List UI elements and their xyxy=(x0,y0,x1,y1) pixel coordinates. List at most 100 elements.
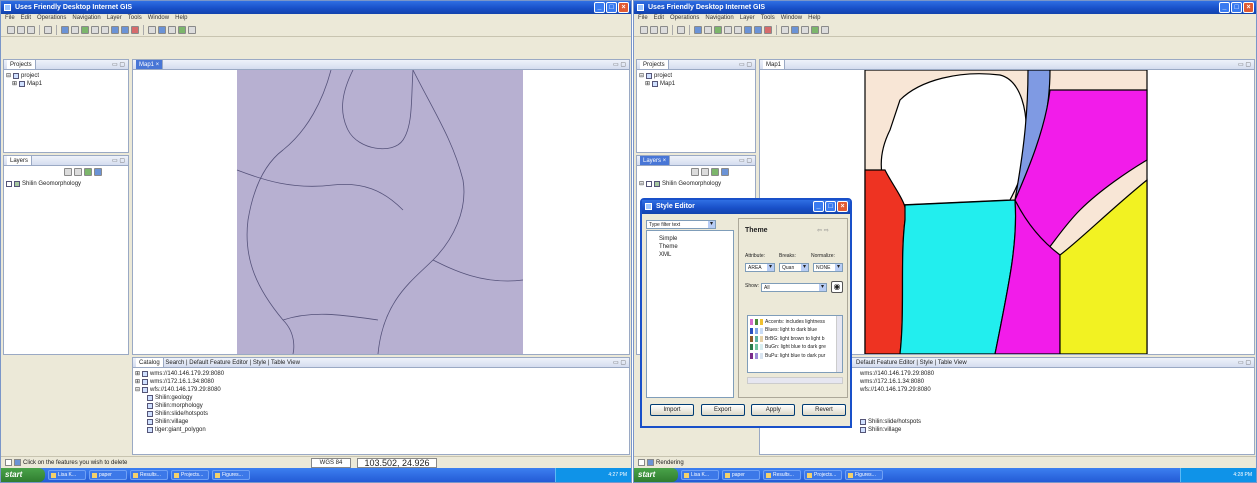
save-icon[interactable] xyxy=(27,25,35,34)
map-canvas-left[interactable] xyxy=(133,70,629,354)
tab-map1[interactable]: Map1 xyxy=(763,60,786,69)
breaks-select[interactable]: Quan xyxy=(779,263,809,272)
tab-projects[interactable]: Projects xyxy=(640,60,669,69)
view-controls-icon[interactable]: ▭ ▢ xyxy=(1238,60,1251,69)
taskbar-item[interactable]: Figures... xyxy=(845,470,883,480)
tab-search[interactable]: Search xyxy=(165,360,184,366)
add-layer-icon[interactable] xyxy=(158,25,166,34)
expand-icon[interactable]: ⊞ xyxy=(12,80,17,88)
draw-icon[interactable] xyxy=(811,25,819,34)
taskbar-item[interactable]: Projects... xyxy=(171,470,209,480)
back-icon[interactable] xyxy=(111,25,119,34)
tree-item-project[interactable]: ⊟ project xyxy=(6,72,42,80)
catalog-item[interactable]: wfs://140.146.179.29:8080 xyxy=(860,386,934,394)
forward-icon[interactable] xyxy=(121,25,129,34)
maximize-button[interactable]: □ xyxy=(825,201,836,212)
catalog-item[interactable]: ⊟ wfs://140.146.179.29:8080 xyxy=(135,386,224,394)
tab-style[interactable]: Style xyxy=(253,360,266,366)
palette-item[interactable]: BrBG: light brown to light b xyxy=(748,335,842,343)
add-layer-icon[interactable] xyxy=(791,25,799,34)
layer-remove-icon[interactable] xyxy=(721,168,729,176)
catalog-item[interactable]: Shilin:slide/hotspots xyxy=(135,410,224,418)
edit-icon[interactable] xyxy=(168,25,176,34)
view-controls-icon[interactable]: ▭ ▢ xyxy=(1238,358,1251,367)
layer-item[interactable]: ⊟ Shilin Geomorphology xyxy=(639,180,721,188)
menu-window[interactable]: Window xyxy=(781,14,802,23)
taskbar-item[interactable]: Lisa K... xyxy=(48,470,86,480)
layer-style-icon[interactable] xyxy=(84,168,92,176)
forward-icon[interactable] xyxy=(754,25,762,34)
edit-icon[interactable] xyxy=(801,25,809,34)
menu-file[interactable]: File xyxy=(638,14,648,23)
apply-button[interactable]: Apply xyxy=(751,404,796,416)
menu-tools[interactable]: Tools xyxy=(761,14,775,23)
stop-icon[interactable] xyxy=(131,25,139,34)
menu-help[interactable]: Help xyxy=(175,14,187,23)
menu-edit[interactable]: Edit xyxy=(654,14,664,23)
type-filter-input[interactable]: Type filter text xyxy=(646,220,716,229)
maximize-button[interactable]: □ xyxy=(1231,2,1242,13)
view-controls-icon[interactable]: ▭ ▢ xyxy=(739,60,752,69)
tree-item-map[interactable]: ⊞ Map1 xyxy=(639,80,675,88)
taskbar-item[interactable]: Results... xyxy=(763,470,801,480)
expand-icon[interactable]: ⊟ xyxy=(6,72,11,80)
close-button[interactable]: × xyxy=(618,2,629,13)
print-icon[interactable] xyxy=(44,25,52,34)
catalog-item[interactable]: Shilin:village xyxy=(135,418,224,426)
taskbar-item[interactable]: paper xyxy=(722,470,760,480)
catalog-item[interactable]: wms://172.16.1.34:8080 xyxy=(860,378,934,386)
layer-up-icon[interactable] xyxy=(64,168,72,176)
crs-box[interactable]: WGS 84 xyxy=(311,458,351,468)
info-icon[interactable] xyxy=(61,25,69,34)
expand-icon[interactable]: ⊞ xyxy=(645,80,650,88)
stop-icon[interactable] xyxy=(764,25,772,34)
catalog-item[interactable]: Shilin:village xyxy=(860,426,934,434)
normalize-select[interactable]: NONE xyxy=(813,263,843,272)
catalog-item[interactable]: Shilin:slide/hotspots xyxy=(860,418,934,426)
open-icon[interactable] xyxy=(650,25,658,34)
taskbar-item[interactable]: Projects... xyxy=(804,470,842,480)
tree-item-map[interactable]: ⊞ Map1 xyxy=(6,80,42,88)
start-button[interactable]: start xyxy=(634,468,678,482)
menu-tools[interactable]: Tools xyxy=(128,14,142,23)
view-controls-icon[interactable]: ▭ ▢ xyxy=(613,358,626,367)
open-icon[interactable] xyxy=(17,25,25,34)
print-icon[interactable] xyxy=(677,25,685,34)
palette-item[interactable]: Blues: light to dark blue xyxy=(748,326,842,334)
style-type-theme[interactable]: Theme xyxy=(659,243,733,251)
layer-up-icon[interactable] xyxy=(691,168,699,176)
tab-style[interactable]: Style xyxy=(920,360,933,366)
taskbar-item[interactable]: Lisa K... xyxy=(681,470,719,480)
menu-file[interactable]: File xyxy=(5,14,15,23)
tab-default-feature-editor[interactable]: Default Feature Editor xyxy=(856,360,915,366)
menu-layer[interactable]: Layer xyxy=(740,14,755,23)
catalog-item[interactable]: Shilin:morphology xyxy=(135,402,224,410)
zoom-extent-icon[interactable] xyxy=(704,25,712,34)
menu-layer[interactable]: Layer xyxy=(107,14,122,23)
layer-checkbox[interactable] xyxy=(6,181,12,187)
expand-icon[interactable]: ⊞ xyxy=(135,370,140,378)
zoom-in-icon[interactable] xyxy=(91,25,99,34)
maximize-button[interactable]: □ xyxy=(606,2,617,13)
show-select[interactable]: All xyxy=(761,283,827,292)
tab-layers[interactable]: Layers xyxy=(7,156,33,165)
select-icon[interactable] xyxy=(781,25,789,34)
zoom-in-icon[interactable] xyxy=(724,25,732,34)
palette-item[interactable]: Accents: includes lightness xyxy=(748,318,842,326)
layer-item[interactable]: Shilin Geomorphology xyxy=(6,180,81,188)
layer-down-icon[interactable] xyxy=(701,168,709,176)
view-controls-icon[interactable]: ▭ ▢ xyxy=(112,156,125,165)
save-icon[interactable] xyxy=(660,25,668,34)
tab-table-view[interactable]: Table View xyxy=(271,360,300,366)
style-type-simple[interactable]: Simple xyxy=(659,235,733,243)
draw-icon[interactable] xyxy=(178,25,186,34)
menu-operations[interactable]: Operations xyxy=(37,14,66,23)
palette-item[interactable]: BuGn: light blue to dark gre xyxy=(748,343,842,351)
new-icon[interactable] xyxy=(640,25,648,34)
horizontal-scrollbar[interactable] xyxy=(747,377,843,384)
back-arrow-icon[interactable]: ⇦ ⇨ xyxy=(817,227,829,234)
tab-default-feature-editor[interactable]: Default Feature Editor xyxy=(189,360,248,366)
layer-checkbox[interactable] xyxy=(646,181,653,187)
layer-down-icon[interactable] xyxy=(74,168,82,176)
taskbar-item[interactable]: Results... xyxy=(130,470,168,480)
